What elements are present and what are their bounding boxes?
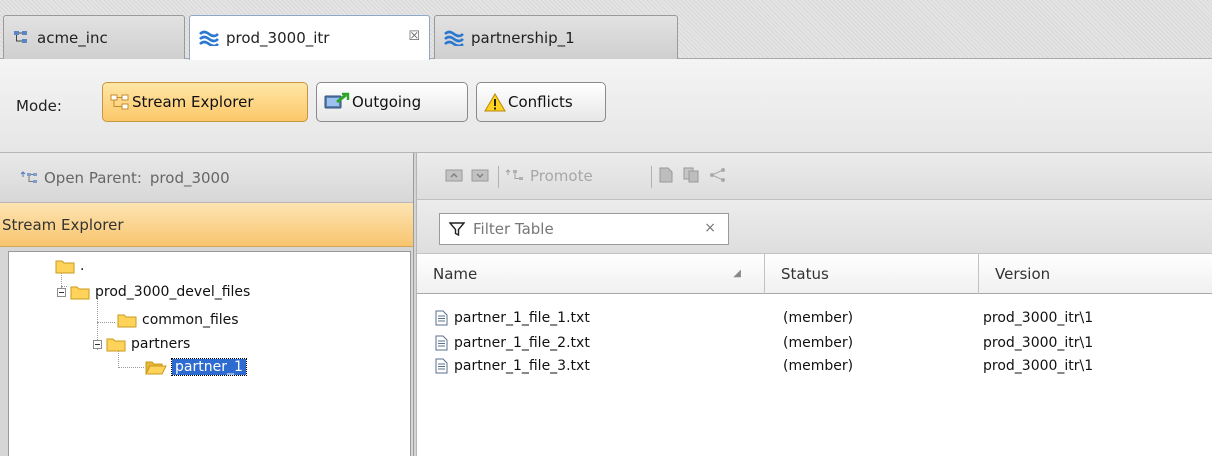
- copy-button[interactable]: [683, 167, 699, 183]
- stream-explorer-icon: [110, 93, 130, 111]
- tab-bar: acme_inc prod_3000_itr ☒ partnership_1: [0, 0, 1212, 60]
- text-file-icon: [435, 310, 448, 326]
- folder-icon: [55, 259, 75, 274]
- tab-prod-3000-itr[interactable]: prod_3000_itr ☒: [189, 15, 430, 60]
- file-table-panel: Promote Filter Table × Name ◢ Status Ver…: [416, 153, 1212, 456]
- document-button[interactable]: [659, 167, 673, 183]
- copy-icon: [683, 167, 699, 183]
- table-row[interactable]: partner_1_file_2.txt (member) prod_3000_…: [417, 333, 1212, 354]
- folder-icon: [106, 337, 126, 352]
- close-icon[interactable]: ☒: [408, 29, 420, 44]
- text-file-icon: [435, 358, 448, 374]
- stream-explorer-header: Stream Explorer: [0, 203, 413, 247]
- open-parent-value: prod_3000: [149, 168, 230, 187]
- tree-item-partner-1[interactable]: partner_1: [145, 357, 247, 377]
- tree-item-label: common_files: [142, 312, 239, 328]
- tab-label: acme_inc: [37, 28, 108, 47]
- tree-item-prod-3000-devel-files[interactable]: prod_3000_devel_files: [57, 282, 250, 302]
- column-header-version[interactable]: Version: [979, 254, 1212, 294]
- conflicts-mode-button[interactable]: Conflicts: [476, 82, 606, 122]
- mode-label: Mode:: [16, 97, 62, 115]
- table-row[interactable]: partner_1_file_3.txt (member) prod_3000_…: [417, 356, 1212, 377]
- file-name-cell: partner_1_file_2.txt: [435, 333, 590, 354]
- move-up-button[interactable]: [445, 167, 463, 183]
- status-cell: (member): [783, 335, 854, 351]
- promote-label: Promote: [530, 167, 593, 185]
- folder-icon: [117, 313, 137, 328]
- workspace-waves-icon: [199, 30, 219, 46]
- stream-explorer-panel: Open Parent: prod_3000 Stream Explorer .: [0, 153, 414, 456]
- open-parent-button[interactable]: Open Parent: prod_3000: [0, 153, 413, 203]
- clear-filter-icon[interactable]: ×: [704, 220, 716, 236]
- folder-up-icon: [445, 169, 463, 182]
- folder-icon: [70, 285, 90, 300]
- text-file-icon: [435, 335, 448, 351]
- tree-item-partners[interactable]: partners: [93, 334, 190, 354]
- column-header-label: Name: [433, 265, 478, 283]
- status-cell: (member): [783, 358, 854, 374]
- tree-item-label: partner_1: [171, 358, 247, 376]
- tree-item-label: .: [80, 258, 85, 274]
- mode-button-label: Conflicts: [508, 93, 573, 111]
- column-header-name[interactable]: Name ◢: [417, 254, 765, 294]
- version-cell: prod_3000_itr\1: [983, 358, 1094, 374]
- status-cell: (member): [783, 310, 854, 326]
- table-toolbar: Promote: [417, 153, 1212, 200]
- column-header-status[interactable]: Status: [765, 254, 979, 294]
- open-parent-label: Open Parent:: [44, 168, 142, 187]
- version-cell: prod_3000_itr\1: [983, 310, 1094, 326]
- mode-button-label: Outgoing: [352, 93, 422, 111]
- document-icon: [659, 167, 673, 183]
- move-down-button[interactable]: [471, 167, 489, 183]
- collapse-toggle-icon[interactable]: [57, 287, 66, 297]
- history-graph-icon: [710, 168, 725, 182]
- tab-label: prod_3000_itr: [226, 29, 330, 47]
- tab-acme-inc[interactable]: acme_inc: [3, 15, 185, 59]
- file-name-cell: partner_1_file_1.txt: [435, 308, 590, 329]
- stream-explorer-mode-button[interactable]: Stream Explorer: [102, 82, 308, 122]
- filter-table-input[interactable]: Filter Table ×: [439, 213, 729, 245]
- workspace-waves-icon: [444, 30, 464, 46]
- tree-item-root[interactable]: .: [55, 256, 84, 276]
- file-name-cell: partner_1_file_3.txt: [435, 356, 590, 377]
- open-parent-icon: [20, 170, 38, 185]
- filter-bar: Filter Table ×: [417, 200, 1212, 254]
- column-header-label: Status: [781, 265, 829, 283]
- promote-icon: [505, 169, 523, 180]
- tree-item-common-files[interactable]: common_files: [117, 310, 239, 330]
- table-header: Name ◢ Status Version: [417, 254, 1212, 294]
- mode-button-label: Stream Explorer: [132, 93, 254, 111]
- tab-partnership-1[interactable]: partnership_1: [434, 15, 678, 59]
- tab-label: partnership_1: [471, 28, 575, 47]
- promote-button[interactable]: Promote: [505, 167, 593, 185]
- collapse-toggle-icon[interactable]: [93, 339, 102, 349]
- column-header-label: Version: [995, 265, 1051, 283]
- table-row[interactable]: partner_1_file_1.txt (member) prod_3000_…: [417, 308, 1212, 329]
- version-cell: prod_3000_itr\1: [983, 335, 1094, 351]
- sort-indicator-icon: ◢: [733, 268, 741, 279]
- filter-funnel-icon: [449, 221, 465, 237]
- mode-bar: Mode: Stream Explorer Outgoing Conflicts: [0, 59, 1212, 153]
- tree-item-label: partners: [131, 336, 191, 352]
- outgoing-mode-button[interactable]: Outgoing: [316, 82, 468, 122]
- stream-tree-icon: [13, 30, 30, 45]
- app-window: acme_inc prod_3000_itr ☒ partnership_1 M…: [0, 0, 1212, 456]
- open-folder-icon: [145, 360, 167, 375]
- outgoing-icon: [324, 92, 350, 112]
- history-graph-button[interactable]: [709, 167, 727, 183]
- folder-down-icon: [471, 169, 489, 182]
- tree-item-label: prod_3000_devel_files: [95, 284, 251, 300]
- filter-placeholder: Filter Table: [473, 220, 554, 238]
- warning-icon: [484, 92, 506, 112]
- stream-tree: . prod_3000_devel_files common_files par…: [8, 251, 411, 456]
